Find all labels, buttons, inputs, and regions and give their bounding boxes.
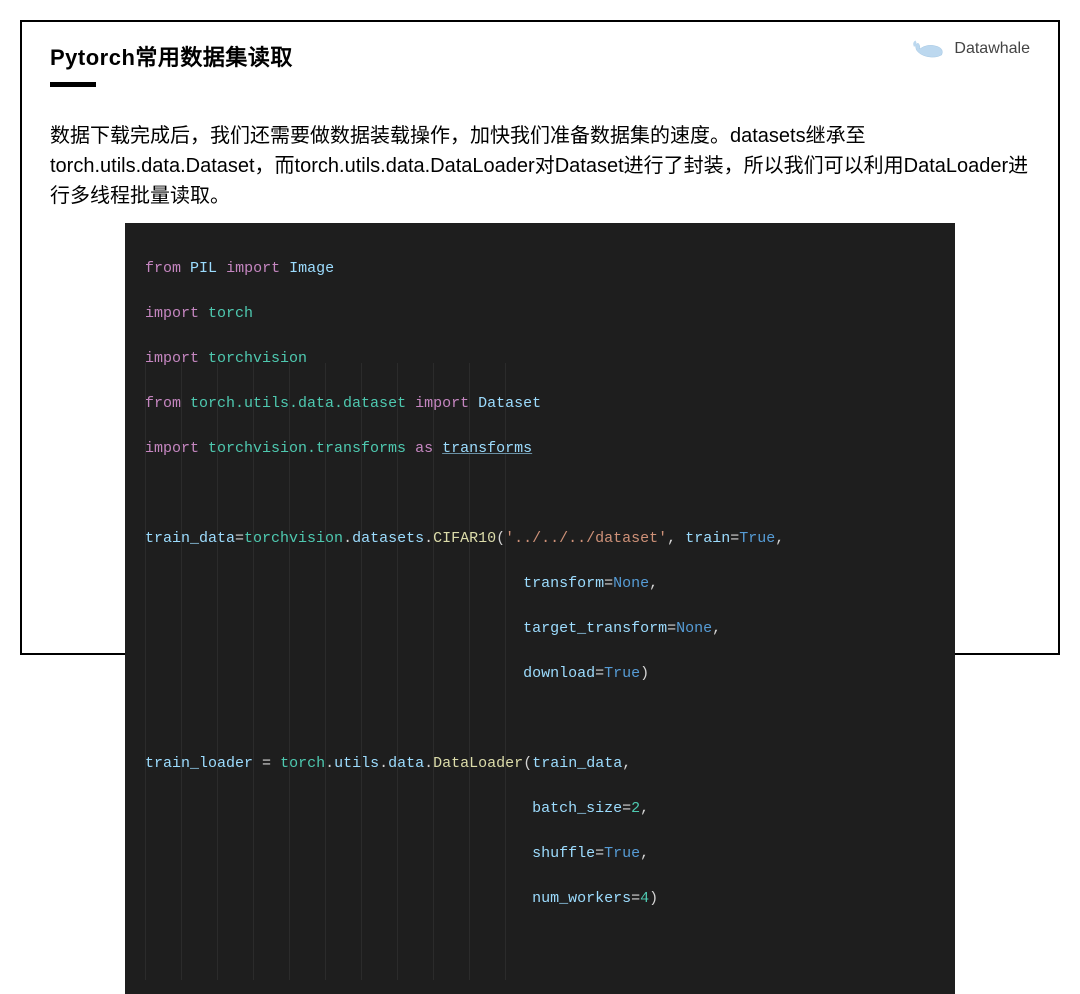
slide-frame: Pytorch常用数据集读取 Datawhale 数据下载完成后，我们还需要做数… — [20, 20, 1060, 655]
code-line: download=True) — [145, 663, 947, 686]
code-line: train_data=torchvision.datasets.CIFAR10(… — [145, 528, 947, 551]
brand-text: Datawhale — [954, 40, 1030, 58]
slide-title: Pytorch常用数据集读取 — [50, 40, 293, 72]
code-line: import torchvision — [145, 348, 947, 371]
title-block: Pytorch常用数据集读取 — [50, 40, 293, 87]
brand: Datawhale — [912, 38, 1030, 60]
code-line: target_transform=None, — [145, 618, 947, 641]
code-block: from PIL import Image import torch impor… — [125, 223, 955, 994]
header: Pytorch常用数据集读取 Datawhale — [50, 40, 1030, 87]
code-blank — [145, 708, 947, 731]
code-line: transform=None, — [145, 573, 947, 596]
title-underline — [50, 82, 96, 87]
code-line: import torchvision.transforms as transfo… — [145, 438, 947, 461]
whale-icon — [912, 38, 946, 60]
code-line: batch_size=2, — [145, 798, 947, 821]
code-line: shuffle=True, — [145, 843, 947, 866]
code-line: from torch.utils.data.dataset import Dat… — [145, 393, 947, 416]
code-line: num_workers=4) — [145, 888, 947, 911]
code-line: from PIL import Image — [145, 258, 947, 281]
code-line: import torch — [145, 303, 947, 326]
code-line: train_loader = torch.utils.data.DataLoad… — [145, 753, 947, 776]
code-blank — [145, 483, 947, 506]
paragraph-text: 数据下载完成后，我们还需要做数据装载操作，加快我们准备数据集的速度。datase… — [50, 121, 1030, 211]
